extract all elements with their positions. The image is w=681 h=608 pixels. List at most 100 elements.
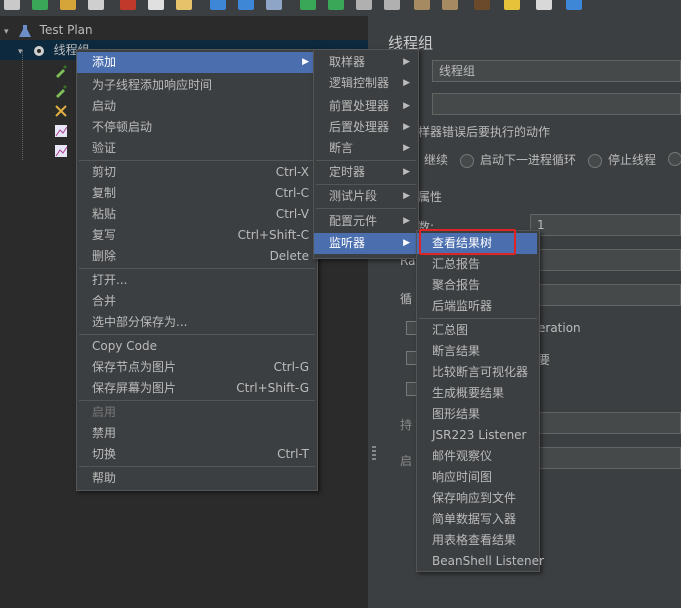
- menu-item-duplicate[interactable]: 复写 Ctrl+Shift-C: [92, 225, 313, 246]
- rampup-field[interactable]: [530, 249, 681, 271]
- listener-item-comparison-assertion-visualizer[interactable]: 比较断言可视化器: [432, 362, 528, 383]
- menu-item-toggle[interactable]: 切换 Ctrl-T: [92, 444, 313, 465]
- listener-item-mailer-visualizer[interactable]: 邮件观察仪: [432, 446, 492, 467]
- menu-item-shortcut: Ctrl-G: [273, 360, 309, 374]
- listener-item-aggregate-report[interactable]: 聚合报告: [432, 275, 480, 296]
- tree-node-test-plan[interactable]: ▾ Test Plan: [4, 20, 93, 40]
- submenu-item-sampler[interactable]: 取样器 ▶: [314, 52, 416, 73]
- menu-item-copy-code[interactable]: Copy Code: [92, 336, 157, 357]
- radio-continue[interactable]: 继续: [424, 151, 448, 168]
- listener-item-aggregate-graph[interactable]: 汇总图: [432, 320, 468, 341]
- listener-item-beanshell-listener[interactable]: BeanShell Listener: [432, 551, 544, 572]
- expand-arrow-icon[interactable]: ▾: [4, 22, 14, 42]
- menu-item-label: 用表格查看结果: [432, 533, 517, 547]
- menu-item-save-node-image[interactable]: 保存节点为图片 Ctrl-G: [92, 357, 313, 378]
- listener-item-summary-report[interactable]: 汇总报告: [432, 254, 480, 275]
- stop-icon[interactable]: [356, 0, 372, 10]
- clear-all-icon[interactable]: [442, 0, 458, 10]
- menu-item-label: JSR223 Listener: [432, 428, 527, 442]
- expand-icon[interactable]: [210, 0, 226, 10]
- tree-node-child[interactable]: [54, 80, 72, 100]
- save-icon[interactable]: [88, 0, 104, 10]
- menu-item-disable[interactable]: 禁用: [92, 423, 116, 444]
- loop-field[interactable]: [530, 284, 681, 306]
- menu-item-save-screen-image[interactable]: 保存屏幕为图片 Ctrl+Shift-G: [92, 378, 313, 399]
- menu-item-start-no-pause[interactable]: 不停顿启动: [92, 117, 152, 138]
- listener-item-view-results-in-table[interactable]: 用表格查看结果: [432, 530, 516, 551]
- help-icon[interactable]: [566, 0, 582, 10]
- menu-item-label: 图形结果: [432, 407, 481, 421]
- menu-item-label: 不停顿启动: [92, 120, 153, 134]
- menu-separator: [79, 334, 315, 335]
- menu-item-merge[interactable]: 合并: [92, 291, 116, 312]
- start-icon[interactable]: [300, 0, 316, 10]
- templates-icon[interactable]: [32, 0, 48, 10]
- name-field[interactable]: 线程组: [432, 60, 681, 82]
- menu-item-label: 测试片段: [329, 189, 378, 203]
- shutdown-icon[interactable]: [384, 0, 400, 10]
- open-icon[interactable]: [60, 0, 76, 10]
- radio-button[interactable]: [668, 151, 681, 166]
- radio-label: 继续: [424, 153, 449, 167]
- listener-item-backend-listener[interactable]: 后端监听器: [432, 296, 492, 317]
- collapse-icon[interactable]: [238, 0, 254, 10]
- menu-item-validate[interactable]: 验证: [92, 138, 116, 159]
- toolbar: [0, 0, 681, 14]
- listener-submenu: 查看结果树 汇总报告 聚合报告 后端监听器 汇总图 断言结果 比较断言可视化器 …: [416, 230, 544, 572]
- menu-item-add[interactable]: 添加 ▶: [77, 52, 315, 73]
- menu-item-label: 合并: [92, 294, 117, 308]
- submenu-item-logic-controller[interactable]: 逻辑控制器 ▶: [314, 73, 416, 94]
- menu-item-copy[interactable]: 复制 Ctrl-C: [92, 183, 313, 204]
- duration-field[interactable]: [530, 412, 681, 434]
- listener-item-simple-data-writer[interactable]: 简单数据写入器: [432, 509, 516, 530]
- listener-item-graph-results[interactable]: 图形结果: [432, 404, 480, 425]
- menu-item-delete[interactable]: 删除 Delete: [92, 246, 313, 267]
- listener-item-response-time-graph[interactable]: 响应时间图: [432, 467, 492, 488]
- radio-next-loop[interactable]: 启动下一进程循环: [460, 151, 576, 168]
- listener-item-save-responses-to-file[interactable]: 保存响应到文件: [432, 488, 516, 509]
- function-helper-icon[interactable]: [536, 0, 552, 10]
- radio-stop-thread[interactable]: 停止线程: [588, 151, 656, 168]
- radio-button[interactable]: [588, 153, 602, 168]
- tree-node-child[interactable]: [54, 140, 72, 160]
- reset-search-icon[interactable]: [504, 0, 520, 10]
- threads-field[interactable]: 1: [530, 214, 681, 236]
- submenu-item-post-processor[interactable]: 后置处理器 ▶: [314, 117, 416, 138]
- listener-item-jsr223-listener[interactable]: JSR223 Listener: [432, 425, 527, 446]
- radio-button[interactable]: [460, 153, 474, 168]
- menu-item-help[interactable]: 帮助: [92, 468, 116, 489]
- menu-separator: [79, 400, 315, 401]
- submenu-item-pre-processor[interactable]: 前置处理器 ▶: [314, 96, 416, 117]
- tree-node-child[interactable]: [54, 60, 72, 80]
- start-no-pause-icon[interactable]: [328, 0, 344, 10]
- menu-item-open[interactable]: 打开...: [92, 270, 127, 291]
- menu-item-paste[interactable]: 粘贴 Ctrl-V: [92, 204, 313, 225]
- menu-item-save-selection-as[interactable]: 选中部分保存为...: [92, 312, 187, 333]
- submenu-item-test-fragment[interactable]: 测试片段 ▶: [314, 186, 416, 207]
- context-menu: 添加 ▶ 为子线程添加响应时间 启动 不停顿启动 验证 剪切 Ctrl-X 复制 Ct…: [76, 49, 318, 491]
- menu-item-add-think-time[interactable]: 为子线程添加响应时间: [92, 75, 212, 96]
- listener-item-assertion-results[interactable]: 断言结果: [432, 341, 480, 362]
- startup-delay-field[interactable]: [530, 447, 681, 469]
- listener-item-generate-summary-results[interactable]: 生成概要结果: [432, 383, 504, 404]
- startup-delay-label: 启: [400, 454, 413, 468]
- submenu-item-listener[interactable]: 监听器 ▶: [314, 233, 416, 254]
- cut-icon[interactable]: [120, 0, 136, 10]
- clear-icon[interactable]: [414, 0, 430, 10]
- tree-node-child[interactable]: [54, 100, 72, 120]
- menu-item-cut[interactable]: 剪切 Ctrl-X: [92, 162, 313, 183]
- new-icon[interactable]: [4, 0, 20, 10]
- comments-field[interactable]: [432, 93, 681, 115]
- menu-item-label: 监听器: [329, 236, 366, 250]
- search-icon[interactable]: [474, 0, 490, 10]
- submenu-item-timer[interactable]: 定时器 ▶: [314, 162, 416, 183]
- paste-icon[interactable]: [176, 0, 192, 10]
- submenu-item-assertion[interactable]: 断言 ▶: [314, 138, 416, 159]
- copy-icon[interactable]: [148, 0, 164, 10]
- radio-stop-test[interactable]: [668, 151, 681, 166]
- toggle-icon[interactable]: [266, 0, 282, 10]
- tree-node-label: Test Plan: [39, 23, 93, 37]
- tree-node-child[interactable]: [54, 120, 72, 140]
- menu-item-start[interactable]: 启动: [92, 96, 116, 117]
- submenu-item-config-element[interactable]: 配置元件 ▶: [314, 211, 416, 232]
